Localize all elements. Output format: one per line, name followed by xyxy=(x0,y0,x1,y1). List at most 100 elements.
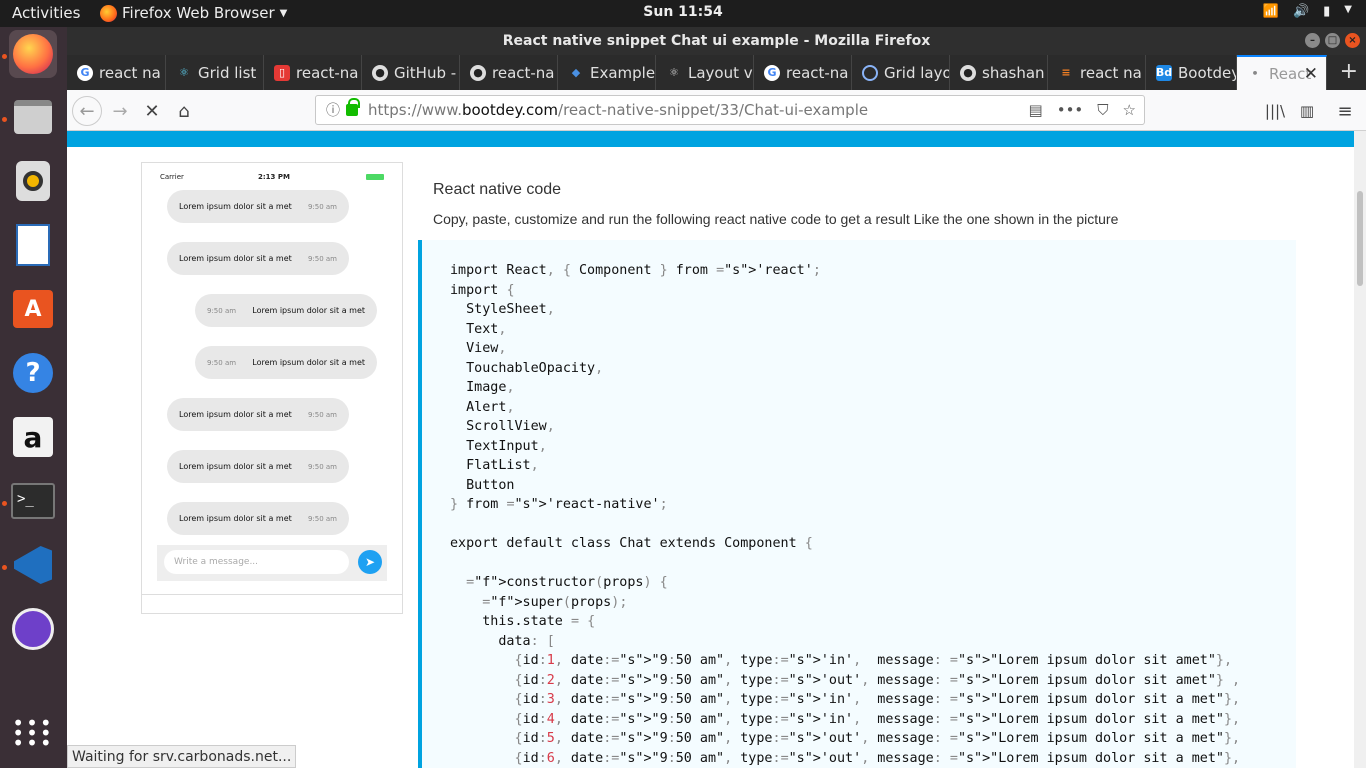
writer-icon xyxy=(16,224,50,266)
tab[interactable]: Grid layo xyxy=(852,55,950,90)
tab[interactable]: Bd Bootdey xyxy=(1146,55,1237,90)
code-line: data: [ xyxy=(450,633,555,649)
phone-time: 2:13 PM xyxy=(258,173,290,181)
tab-label: react-na xyxy=(786,63,849,82)
clock[interactable]: Sun 11:54 xyxy=(643,4,722,20)
running-indicator xyxy=(2,54,7,59)
battery-icon xyxy=(366,174,384,180)
tab[interactable]: G react na xyxy=(67,55,166,90)
message-in: Lorem ipsum dolor sit a met 9:50 am xyxy=(167,502,349,535)
tab[interactable]: ● shashan xyxy=(950,55,1048,90)
tab[interactable]: ● GitHub - xyxy=(362,55,460,90)
software-bag-icon: A xyxy=(13,290,53,328)
navigation-toolbar: ← → ✕ ⌂ ⓘ https://www. bootdey.com/react-… xyxy=(67,90,1366,131)
close-button[interactable]: × xyxy=(1345,33,1360,48)
info-icon[interactable]: ⓘ xyxy=(326,100,340,120)
tab[interactable]: ◆ Example xyxy=(558,55,656,90)
firefox-window: React native snippet Chat ui example - M… xyxy=(67,27,1366,768)
app-menu[interactable]: Firefox Web Browser ▼ xyxy=(100,4,287,22)
code-line: ="f">constructor(props) { xyxy=(466,575,668,590)
tab[interactable]: ● react-na xyxy=(460,55,558,90)
code-line: TouchableOpacity, xyxy=(450,360,604,376)
message-in: Lorem ipsum dolor sit a met 9:50 am xyxy=(167,242,349,275)
message-out: 9:50 am Lorem ipsum dolor sit a met xyxy=(195,346,377,379)
wifi-icon: 📶 xyxy=(1262,4,1279,19)
bootdey-icon: Bd xyxy=(1155,64,1173,81)
url-protocol: https://www. xyxy=(368,101,462,119)
reader-view-icon[interactable]: ▤ xyxy=(1029,101,1043,119)
activities-button[interactable]: Activities xyxy=(12,4,80,22)
code-line: {id:1, date:="s">"9:50 am", type:="s">'i… xyxy=(514,653,1233,668)
message-input[interactable]: Write a message... xyxy=(164,550,349,574)
code-line: export default class Chat extends Compon… xyxy=(450,536,813,551)
running-indicator xyxy=(2,501,7,506)
battery-icon: ▮ xyxy=(1323,4,1331,19)
window-titlebar: React native snippet Chat ui example - M… xyxy=(67,27,1366,55)
code-line: import { xyxy=(450,282,515,298)
page-actions-icon[interactable]: ••• xyxy=(1057,101,1084,119)
running-indicator xyxy=(2,565,7,570)
send-icon[interactable]: ➤ xyxy=(358,550,382,574)
message-time: 9:50 am xyxy=(307,410,337,419)
message-in: Lorem ipsum dolor sit a met 9:50 am xyxy=(167,450,349,483)
code-line: FlatList, xyxy=(450,458,539,473)
tab-close-icon[interactable]: ✕ xyxy=(1304,64,1318,84)
tab[interactable]: ▯ react-na xyxy=(264,55,362,90)
message-in: Lorem ipsum dolor sit a met 9:50 am xyxy=(167,190,349,223)
bookmark-star-icon[interactable]: ☆ xyxy=(1123,101,1136,119)
tab[interactable]: G react-na xyxy=(754,55,852,90)
dock-terminal[interactable]: >_ xyxy=(9,477,57,525)
dock-software-center[interactable]: A xyxy=(9,285,57,333)
code-line: Button xyxy=(450,477,515,493)
stop-button[interactable]: ✕ xyxy=(137,96,167,126)
phone-preview: Carrier 2:13 PM Lorem ipsum dolor sit a … xyxy=(141,162,403,614)
minimize-button[interactable]: – xyxy=(1305,33,1320,48)
new-tab-button[interactable]: + xyxy=(1340,59,1358,84)
dock-github-desktop[interactable] xyxy=(9,605,57,653)
dock-libreoffice-writer[interactable] xyxy=(9,221,57,269)
tab[interactable]: ⚛ Grid list xyxy=(166,55,264,90)
code-line: View, xyxy=(450,341,507,356)
message-text: Lorem ipsum dolor sit a met xyxy=(179,254,292,263)
system-tray[interactable]: 📶 🔊 ▮ ▼ xyxy=(1263,4,1352,19)
code-block[interactable]: import React, { Component } from ="s">'r… xyxy=(418,240,1296,768)
home-button[interactable]: ⌂ xyxy=(169,96,199,126)
back-button[interactable]: ← xyxy=(72,96,102,126)
tab-label: react-na xyxy=(492,63,555,82)
chevron-down-icon: ▼ xyxy=(1344,4,1352,15)
url-bar[interactable]: ⓘ https://www. bootdey.com/react-native-s… xyxy=(315,95,1145,125)
tab[interactable]: ⚛ Layout v xyxy=(656,55,754,90)
maximize-button[interactable]: □ xyxy=(1325,33,1340,48)
section-heading: React native code xyxy=(433,181,562,198)
tab-label: react na xyxy=(1080,63,1142,82)
sidebar-icon[interactable]: ▥ xyxy=(1292,96,1322,126)
hamburger-menu-icon[interactable]: ≡ xyxy=(1330,96,1360,126)
tab-label: react na xyxy=(99,63,161,82)
dock-vscode[interactable] xyxy=(9,541,57,589)
code-line: TextInput, xyxy=(450,438,547,454)
help-icon: ? xyxy=(13,353,53,393)
pocket-icon[interactable]: ⛉ xyxy=(1097,101,1108,119)
dock-show-apps[interactable]: ••• ••• ••• xyxy=(9,709,57,757)
tab[interactable]: ≡ react na xyxy=(1048,55,1146,90)
dock-rhythmbox[interactable] xyxy=(9,157,57,205)
amazon-icon: a xyxy=(13,417,53,457)
code-line: {id:5, date:="s">"9:50 am", type:="s">'o… xyxy=(514,731,1241,746)
page-scrollbar[interactable] xyxy=(1354,131,1366,768)
scrollbar-thumb[interactable] xyxy=(1357,191,1363,286)
dock-help[interactable]: ? xyxy=(9,349,57,397)
dock-firefox[interactable] xyxy=(9,30,57,78)
github-icon: ● xyxy=(372,64,388,81)
message-time: 9:50 am xyxy=(207,358,237,367)
message-time: 9:50 am xyxy=(207,306,237,315)
tab-active[interactable]: • React ✕ xyxy=(1237,55,1327,90)
message-in: Lorem ipsum dolor sit a met 9:50 am xyxy=(167,398,349,431)
stackoverflow-icon: ≡ xyxy=(1061,66,1071,79)
divider xyxy=(142,594,402,595)
dock-amazon[interactable]: a xyxy=(9,413,57,461)
dock-files[interactable] xyxy=(9,93,57,141)
library-icon[interactable]: |||\ xyxy=(1260,96,1290,126)
speaker-icon xyxy=(16,161,50,201)
forward-button[interactable]: → xyxy=(105,96,135,126)
message-text: Lorem ipsum dolor sit a met xyxy=(179,202,292,211)
